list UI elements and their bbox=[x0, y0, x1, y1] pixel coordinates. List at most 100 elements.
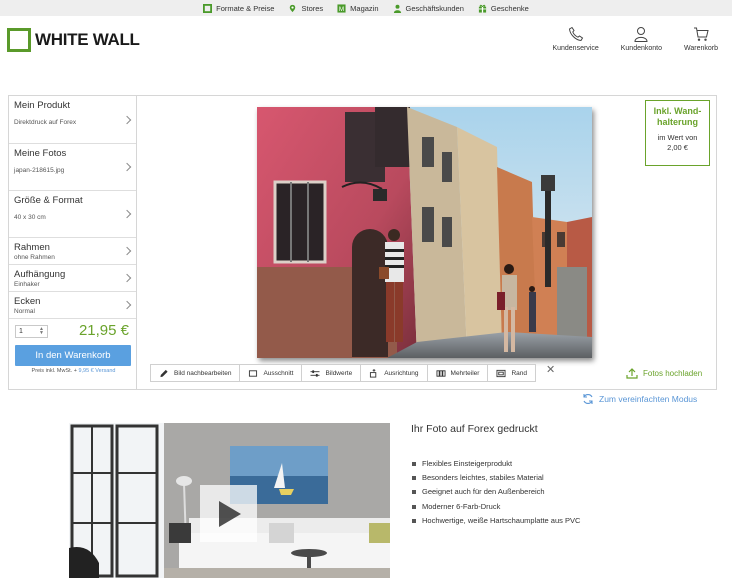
stepper-arrows-icon[interactable]: ▲ ▼ bbox=[39, 327, 45, 336]
simple-mode-label: Zum vereinfachten Modus bbox=[599, 394, 698, 404]
upload-icon bbox=[626, 368, 638, 379]
frame-icon bbox=[203, 3, 213, 13]
customer-account-link[interactable]: Kundenkonto bbox=[621, 26, 662, 52]
quantity-row: 1 ▲ ▼ bbox=[15, 325, 48, 338]
feature-list: Flexibles Einsteigerprodukt Besonders le… bbox=[411, 457, 580, 528]
user-icon bbox=[634, 27, 648, 42]
config-corners-title: Ecken bbox=[14, 296, 41, 307]
tool-label: Bild nachbearbeiten bbox=[174, 369, 232, 377]
config-corners-value: Normal bbox=[14, 308, 35, 315]
config-hanging[interactable]: Aufhängung Einhaker bbox=[9, 265, 136, 292]
tool-border[interactable]: Rand bbox=[488, 365, 535, 381]
nav-label: Kundenkonto bbox=[620, 45, 663, 52]
configurator-sidebar: Mein Produkt Direktdruck auf Forex Meine… bbox=[8, 95, 137, 390]
refresh-icon bbox=[583, 394, 593, 404]
config-frame-title: Rahmen bbox=[14, 242, 50, 253]
price-note-text: Preis inkl. MwSt. + bbox=[31, 368, 77, 374]
product-info-title: Ihr Foto auf Forex gedruckt bbox=[411, 423, 538, 435]
quantity-stepper[interactable]: 1 ▲ ▼ bbox=[15, 325, 48, 338]
config-hanging-title: Aufhängung bbox=[14, 269, 66, 280]
phone-icon bbox=[568, 26, 583, 42]
config-product-value: Direktdruck auf Forex bbox=[14, 119, 77, 126]
promo-title-line2: halterung bbox=[656, 117, 698, 127]
config-product[interactable]: Mein Produkt Direktdruck auf Forex bbox=[9, 96, 136, 144]
cart-icon bbox=[694, 27, 709, 41]
list-item: Hochwertige, weiße Hartschaumplatte aus … bbox=[411, 514, 580, 528]
nav-label: Warenkorb bbox=[684, 45, 718, 52]
config-frame[interactable]: Rahmen ohne Rahmen bbox=[9, 238, 136, 265]
tool-label: Ausrichtung bbox=[384, 369, 419, 377]
config-size-value: 40 x 30 cm bbox=[14, 214, 46, 221]
cart-link[interactable]: Warenkorb bbox=[684, 26, 718, 52]
topbar-link-label: Magazin bbox=[350, 3, 379, 13]
list-item: Moderner 6-Farb-Druck bbox=[411, 500, 580, 514]
gift-icon bbox=[478, 4, 487, 13]
close-icon[interactable]: ✕ bbox=[546, 364, 555, 376]
topbar-link-label: Formate & Preise bbox=[216, 3, 275, 13]
list-item: Geeignet auch für den Außenbereich bbox=[411, 485, 580, 499]
price-note: Preis inkl. MwSt. + 9,95 € Versand bbox=[9, 368, 138, 374]
customer-service-link[interactable]: Kundenservice bbox=[552, 26, 599, 52]
topbar-link-magazin[interactable]: M Magazin bbox=[337, 3, 379, 13]
edit-toolbar: Bild nachbearbeiten Ausschnitt Bildwerte… bbox=[150, 364, 536, 382]
top-bar: Formate & Preise Stores M Magazin Geschä… bbox=[0, 0, 732, 16]
tool-edit-image[interactable]: Bild nachbearbeiten bbox=[151, 365, 241, 381]
align-icon bbox=[370, 368, 377, 378]
shipping-link[interactable]: 9,95 € Versand bbox=[78, 368, 115, 374]
topbar-link-geschenke[interactable]: Geschenke bbox=[478, 4, 529, 13]
tool-label: Ausschnitt bbox=[263, 369, 294, 377]
pencil-icon bbox=[160, 369, 168, 377]
list-item: Besonders leichtes, stabiles Material bbox=[411, 471, 580, 485]
product-video-thumbnail[interactable] bbox=[69, 423, 390, 578]
topbar-link-geschaeftskunden[interactable]: Geschäftskunden bbox=[393, 4, 464, 13]
tool-label: Mehrteiler bbox=[450, 369, 480, 377]
tool-label: Bildwerte bbox=[325, 369, 353, 377]
logo-square-icon bbox=[7, 28, 31, 52]
topbar-link-formate[interactable]: Formate & Preise bbox=[203, 3, 275, 13]
promo-value-line1: im Wert von bbox=[657, 133, 698, 142]
svg-text:M: M bbox=[339, 6, 344, 13]
nav-label: Kundenservice bbox=[552, 45, 599, 52]
crop-icon bbox=[249, 369, 258, 377]
tool-image-values[interactable]: Bildwerte bbox=[302, 365, 362, 381]
topbar-link-label: Geschenke bbox=[490, 3, 529, 13]
header-nav: Kundenservice Kundenkonto Warenkorb bbox=[552, 26, 718, 52]
product-photo-preview bbox=[257, 107, 592, 358]
map-pin-icon bbox=[290, 4, 296, 12]
config-hanging-value: Einhaker bbox=[14, 281, 40, 288]
topbar-link-label: Stores bbox=[301, 3, 324, 13]
magazine-icon: M bbox=[337, 3, 346, 13]
promo-badge: Inkl. Wand- halterung im Wert von 2,00 € bbox=[645, 100, 710, 166]
room-scene-image bbox=[69, 423, 390, 578]
logo-text: WHITE WALL bbox=[35, 30, 140, 49]
config-size-title: Größe & Format bbox=[14, 195, 83, 206]
brand-logo[interactable]: WHITE WALL bbox=[7, 28, 140, 52]
promo-value-line2: 2,00 € bbox=[667, 143, 688, 152]
config-corners[interactable]: Ecken Normal bbox=[9, 292, 136, 319]
tool-alignment[interactable]: Ausrichtung bbox=[361, 365, 428, 381]
promo-title-line1: Inkl. Wand- bbox=[653, 106, 702, 116]
upload-label: Fotos hochladen bbox=[643, 369, 703, 378]
quantity-value: 1 bbox=[19, 328, 23, 335]
tool-multipanel[interactable]: Mehrteiler bbox=[428, 365, 489, 381]
config-frame-value: ohne Rahmen bbox=[14, 254, 55, 261]
tool-crop[interactable]: Ausschnitt bbox=[240, 365, 303, 381]
topbar-link-label: Geschäftskunden bbox=[405, 3, 464, 13]
upload-photos-link[interactable]: Fotos hochladen bbox=[626, 368, 702, 379]
product-price: 21,95 € bbox=[78, 322, 129, 339]
topbar-link-stores[interactable]: Stores bbox=[288, 4, 323, 13]
business-user-icon bbox=[393, 4, 401, 13]
list-item: Flexibles Einsteigerprodukt bbox=[411, 457, 580, 471]
config-photos-title: Meine Fotos bbox=[14, 148, 67, 159]
config-product-title: Mein Produkt bbox=[14, 100, 70, 111]
simple-mode-link[interactable]: Zum vereinfachten Modus bbox=[582, 393, 697, 405]
sliders-icon bbox=[310, 369, 320, 377]
photo-image bbox=[257, 107, 592, 358]
border-icon bbox=[496, 369, 506, 377]
add-to-cart-button[interactable]: In den Warenkorb bbox=[15, 345, 131, 366]
config-photos[interactable]: Meine Fotos japan-218615.jpg bbox=[9, 144, 136, 191]
config-size[interactable]: Größe & Format 40 x 30 cm bbox=[9, 191, 136, 238]
tool-label: Rand bbox=[511, 369, 527, 377]
multipanel-icon bbox=[436, 369, 446, 377]
config-photos-value: japan-218615.jpg bbox=[14, 167, 65, 174]
